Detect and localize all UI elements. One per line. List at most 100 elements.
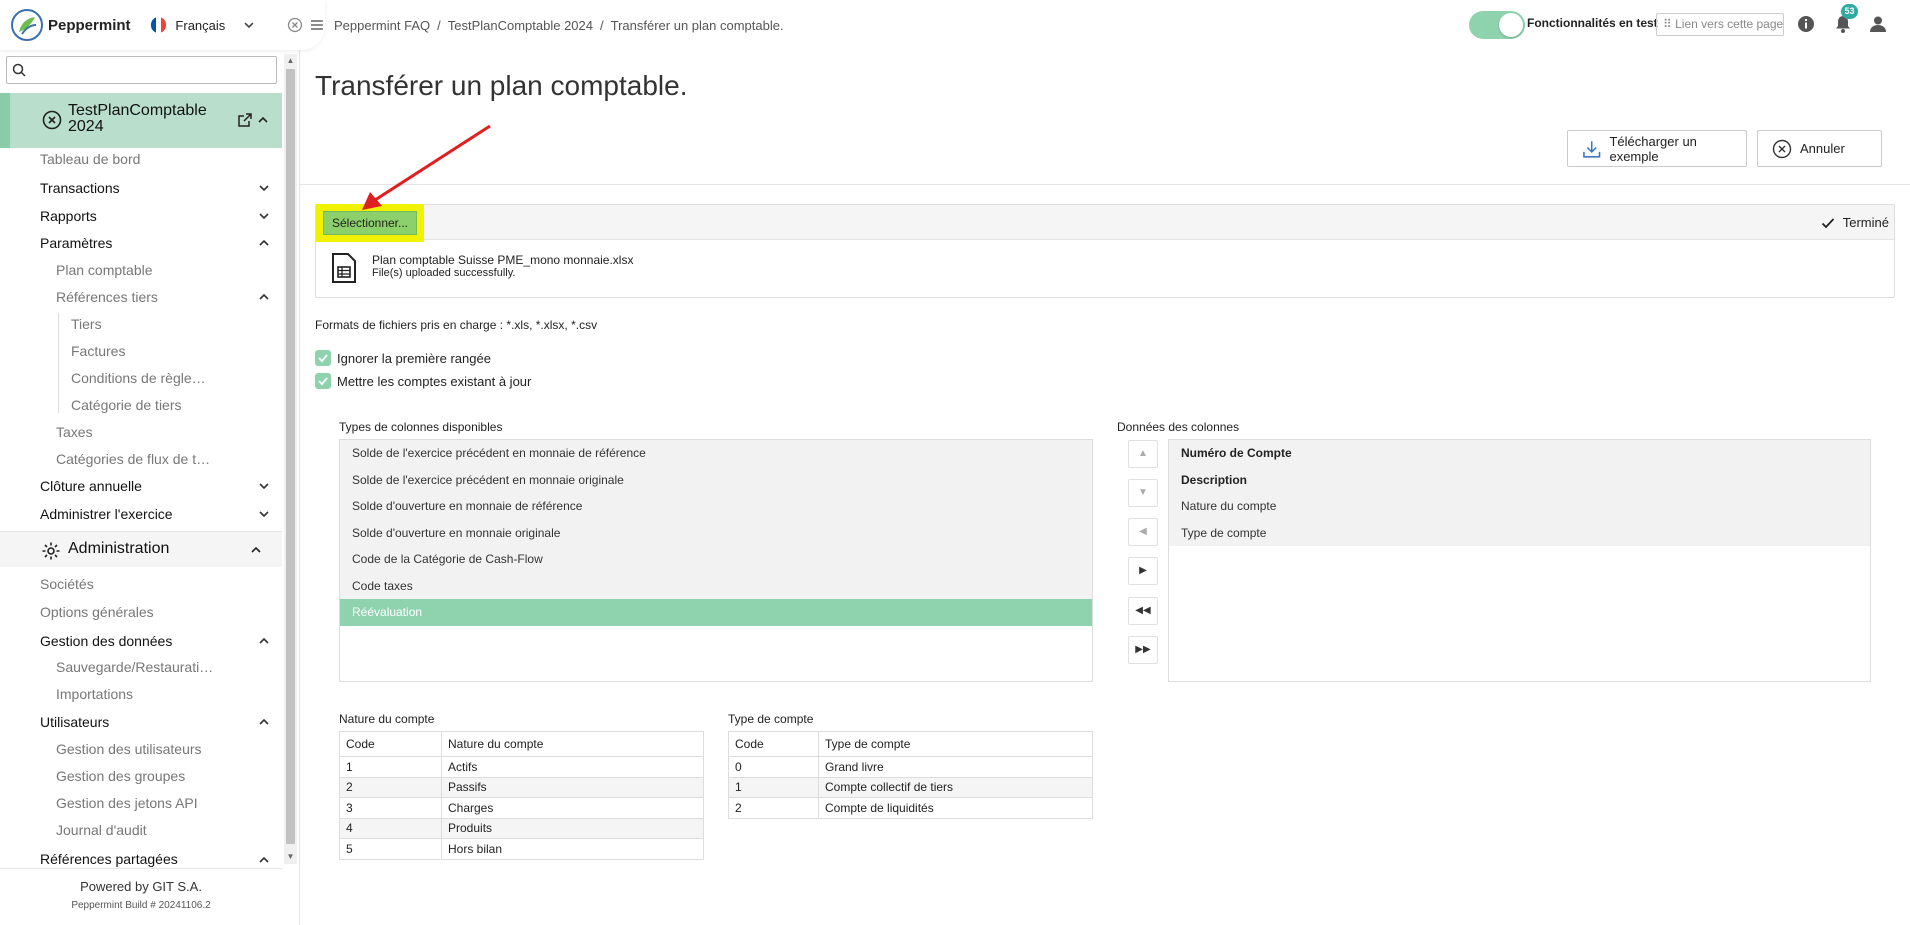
move-all-left-button[interactable]: ◀◀ <box>1128 597 1158 625</box>
sidebar-item-rapports[interactable]: Rapports <box>40 205 97 227</box>
sidebar-item-parametres[interactable]: Paramètres <box>40 232 112 254</box>
menu-icon[interactable] <box>309 17 325 33</box>
page-link-button[interactable]: ⠿ Lien vers cette page <box>1656 13 1784 36</box>
table-row: 2 Compte de liquidités <box>728 797 1093 819</box>
scrollbar-thumb[interactable] <box>286 69 295 844</box>
table-header: Code <box>728 731 819 757</box>
sidebar-item-administrer[interactable]: Administrer l'exercice <box>40 503 173 525</box>
chevron-down-icon[interactable] <box>258 508 270 520</box>
chevron-up-icon[interactable] <box>258 854 270 866</box>
search-input[interactable] <box>32 62 272 78</box>
sidebar-item-importations[interactable]: Importations <box>56 683 133 705</box>
sidebar-item-factures[interactable]: Factures <box>71 340 125 362</box>
ignore-first-row-checkbox[interactable] <box>315 350 331 366</box>
update-existing-checkbox[interactable] <box>315 373 331 389</box>
available-columns-list[interactable]: Solde de l'exercice précédent en monnaie… <box>339 439 1093 682</box>
column-data-list[interactable]: Numéro de Compte Description Nature du c… <box>1168 439 1871 682</box>
breadcrumb-item[interactable]: TestPlanComptable 2024 <box>448 18 593 33</box>
scroll-up-arrow[interactable]: ▲ <box>286 56 295 65</box>
list-item[interactable]: Description <box>1169 466 1870 493</box>
list-item-selected[interactable]: Réévaluation <box>340 599 1092 626</box>
list-item[interactable]: Solde d'ouverture en monnaie de référenc… <box>340 493 1092 520</box>
sidebar-item-cloture[interactable]: Clôture annuelle <box>40 475 142 497</box>
chevron-up-icon[interactable] <box>258 291 270 303</box>
table-cell: Grand livre <box>818 756 1093 778</box>
chevron-down-icon[interactable] <box>258 182 270 194</box>
sidebar-item-utilisateurs[interactable]: Utilisateurs <box>40 711 109 733</box>
sidebar-item-taxes[interactable]: Taxes <box>56 421 93 443</box>
chevron-up-icon[interactable] <box>258 237 270 249</box>
breadcrumb-item[interactable]: Peppermint FAQ <box>334 18 430 33</box>
table-cell: Compte de liquidités <box>818 797 1093 819</box>
cancel-button[interactable]: Annuler <box>1757 130 1882 167</box>
chevron-up-icon[interactable] <box>250 544 262 556</box>
sidebar-item-conditions[interactable]: Conditions de règle… <box>71 367 206 389</box>
move-right-button[interactable]: ▶ <box>1128 557 1158 585</box>
sidebar-search[interactable] <box>6 56 277 84</box>
breadcrumb: Peppermint FAQ / TestPlanComptable 2024 / Tr… <box>334 18 784 33</box>
chevron-down-icon[interactable] <box>258 210 270 222</box>
list-item[interactable]: Code de la Catégorie de Cash-Flow <box>340 546 1092 573</box>
list-item[interactable]: Nature du compte <box>1169 493 1870 520</box>
sidebar-item-sauvegarde[interactable]: Sauvegarde/Restaurati… <box>56 656 213 678</box>
nature-table-title: Nature du compte <box>339 712 435 726</box>
checkbox-label[interactable]: Mettre les comptes existant à jour <box>337 374 531 389</box>
table-row: 3 Charges <box>339 797 704 819</box>
peppermint-logo[interactable] <box>10 8 44 42</box>
external-link-icon[interactable] <box>238 113 252 127</box>
sidebar-item-journal[interactable]: Journal d'audit <box>56 819 147 841</box>
download-label: Télécharger un exemple <box>1609 133 1697 164</box>
list-item[interactable]: Type de compte <box>1169 519 1870 546</box>
sidebar-item-societes[interactable]: Sociétés <box>40 573 94 595</box>
table-cell: Produits <box>441 817 704 839</box>
chevron-down-icon[interactable] <box>258 480 270 492</box>
france-flag-icon <box>150 17 167 33</box>
chevron-up-icon[interactable] <box>258 716 270 728</box>
feature-toggle[interactable] <box>1469 11 1525 39</box>
list-item[interactable]: Code taxes <box>340 572 1092 599</box>
list-item[interactable]: Solde de l'exercice précédent en monnaie… <box>340 440 1092 467</box>
sidebar-item-gestion-donnees[interactable]: Gestion des données <box>40 630 172 652</box>
chevron-up-icon[interactable] <box>257 114 269 126</box>
file-upload: Sélectionner... Terminé Plan comptable S… <box>315 204 1895 298</box>
chevron-down-icon[interactable] <box>243 19 255 31</box>
sidebar-item-categorie-tiers[interactable]: Catégorie de tiers <box>71 394 182 416</box>
close-circle-icon[interactable] <box>42 110 62 130</box>
sidebar-item-references-tiers[interactable]: Références tiers <box>56 286 158 308</box>
table-cell: 4 <box>339 817 442 839</box>
annotation-arrow-icon <box>362 124 491 210</box>
sidebar-item-transactions[interactable]: Transactions <box>40 177 120 199</box>
sidebar-item-options[interactable]: Options générales <box>40 601 154 623</box>
sidebar-item-tableau-de-bord[interactable]: Tableau de bord <box>40 148 140 170</box>
move-up-button[interactable]: ▲ <box>1128 440 1158 468</box>
close-circle-icon[interactable] <box>287 17 303 33</box>
sidebar-section-administration[interactable]: Administration <box>0 531 282 567</box>
sidebar-item-plan-comptable[interactable]: Plan comptable <box>56 259 153 281</box>
chevron-up-icon[interactable] <box>258 635 270 647</box>
checkbox-label[interactable]: Ignorer la première rangée <box>337 351 491 366</box>
table-row: 4 Produits <box>339 817 704 839</box>
move-down-button[interactable]: ▼ <box>1128 479 1158 507</box>
table-row: 2 Passifs <box>339 776 704 798</box>
sidebar-item-references-partagees[interactable]: Références partagées <box>40 848 178 870</box>
move-all-right-button[interactable]: ▶▶ <box>1128 636 1158 664</box>
sidebar-item-gestion-utilisateurs[interactable]: Gestion des utilisateurs <box>56 738 202 760</box>
move-left-button[interactable]: ◀ <box>1128 518 1158 546</box>
language-selector[interactable]: Français <box>175 18 225 33</box>
sidebar-item-categories-flux[interactable]: Catégories de flux de t… <box>56 448 210 470</box>
download-example-button[interactable]: Télécharger un exemple <box>1567 130 1747 167</box>
sidebar-item-tiers[interactable]: Tiers <box>71 313 102 335</box>
info-icon[interactable] <box>1796 14 1816 34</box>
sidebar-item-gestion-jetons[interactable]: Gestion des jetons API <box>56 792 198 814</box>
sidebar-item-active-company[interactable]: TestPlanComptable 2024 <box>0 93 282 148</box>
list-item[interactable]: Solde d'ouverture en monnaie originale <box>340 519 1092 546</box>
app-name: Peppermint <box>48 16 131 34</box>
sidebar-item-gestion-groupes[interactable]: Gestion des groupes <box>56 765 185 787</box>
sidebar-scrollbar[interactable]: ▲ ▼ <box>284 54 297 864</box>
notification-badge: 53 <box>1841 4 1858 19</box>
scroll-down-arrow[interactable]: ▼ <box>286 852 295 861</box>
table-cell: 0 <box>728 756 819 778</box>
user-icon[interactable] <box>1868 14 1888 34</box>
list-item[interactable]: Numéro de Compte <box>1169 440 1870 467</box>
list-item[interactable]: Solde de l'exercice précédent en monnaie… <box>340 466 1092 493</box>
